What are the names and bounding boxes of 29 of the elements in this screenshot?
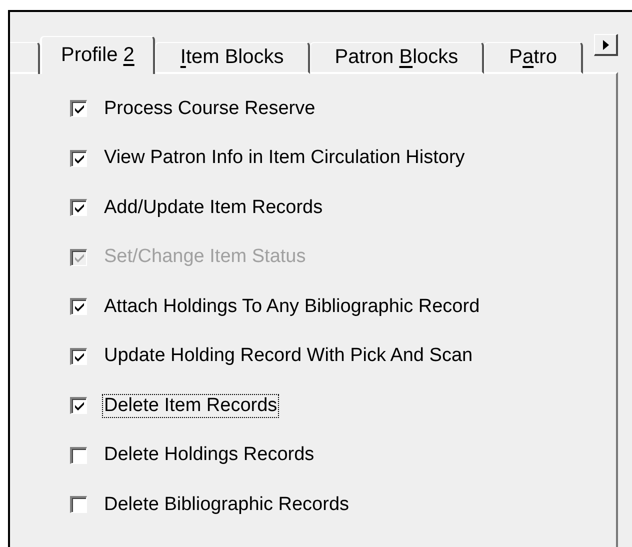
checkbox[interactable] [70, 150, 87, 167]
checkbox[interactable] [70, 446, 87, 464]
tab[interactable]: Patron Blocks [310, 42, 484, 74]
checkbox-label[interactable]: Delete Bibliographic Records [103, 494, 350, 516]
tab[interactable]: Patro [484, 42, 583, 74]
checkbox-label[interactable]: Process Course Reserve [103, 98, 316, 120]
checkbox-label[interactable]: Add/Update Item Records [103, 196, 324, 219]
checkbox-label[interactable]: Attach Holdings To Any Bibliographic Record [103, 296, 481, 318]
checkbox[interactable] [70, 397, 87, 414]
checkmark-icon [74, 302, 84, 312]
checkmark-icon [74, 401, 84, 412]
checkbox[interactable] [70, 298, 87, 316]
checkmark-icon [74, 203, 84, 214]
checkmark-icon [74, 252, 84, 263]
tab[interactable]: Profile 2 [40, 36, 156, 74]
checkmark-icon [74, 352, 84, 362]
checkbox[interactable] [70, 199, 87, 216]
triangle-right-icon [602, 40, 608, 50]
checkbox-label[interactable]: Delete Holdings Records [103, 444, 316, 466]
checkmark-icon [74, 104, 84, 114]
checkbox[interactable] [70, 496, 87, 514]
tab[interactable]: Item Blocks [155, 42, 310, 74]
scroll-right-button[interactable] [594, 34, 618, 56]
checkbox-label[interactable]: Update Holding Record With Pick And Scan [103, 345, 474, 368]
checkbox[interactable] [70, 100, 87, 118]
checkbox-label[interactable]: Delete Item Records [103, 394, 278, 417]
checkbox-label[interactable]: View Patron Info in Item Circulation History [103, 147, 466, 170]
checkmark-icon [74, 154, 84, 164]
checkbox[interactable] [70, 348, 87, 365]
